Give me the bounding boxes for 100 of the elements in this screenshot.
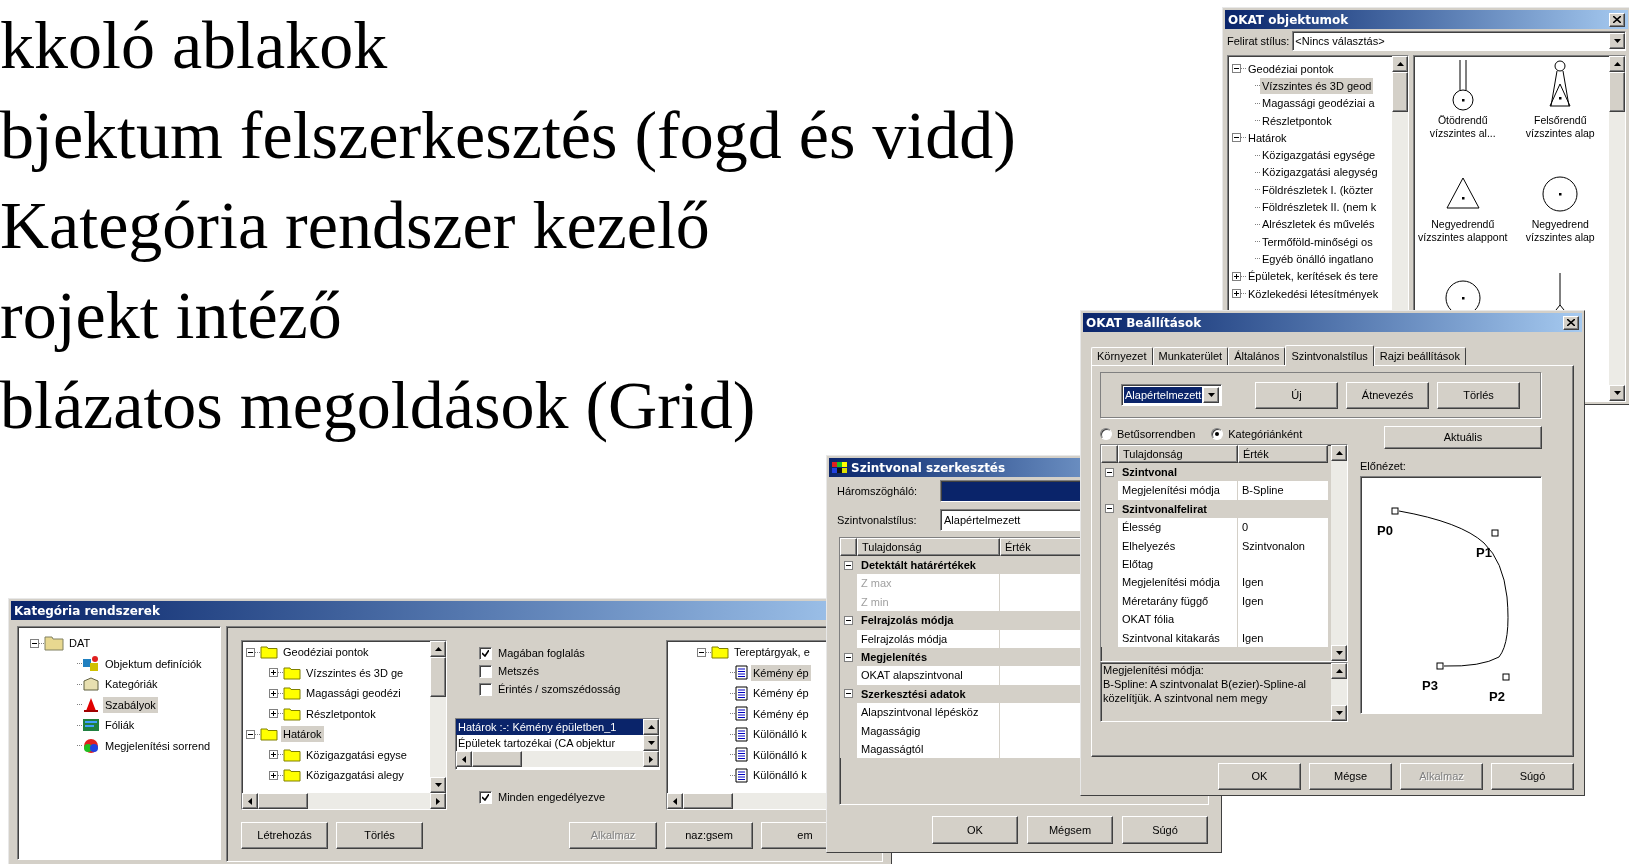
checkbox[interactable] (479, 682, 492, 696)
tree-item[interactable]: Magassági geodézi (304, 685, 403, 702)
tree-item[interactable]: Kémény ép (751, 705, 811, 722)
button[interactable]: OK (1218, 763, 1301, 790)
tree-item[interactable]: Termőföld-minőségi os (1260, 233, 1375, 250)
button[interactable]: OK (932, 816, 1018, 844)
scroll-arrow-button[interactable] (1331, 663, 1347, 679)
button[interactable]: naz:gsem (665, 822, 753, 849)
minus-box-icon[interactable] (844, 560, 853, 570)
plus-box-icon[interactable] (269, 709, 278, 719)
button[interactable]: Aktuális (1384, 426, 1542, 449)
scroll-arrow-button[interactable] (430, 641, 446, 657)
tree-item[interactable]: Egyéb önálló ingatlano (1260, 250, 1376, 267)
radio-button[interactable] (1211, 428, 1224, 440)
scroll-arrow-button[interactable] (430, 777, 446, 793)
tree-item[interactable]: Határok (281, 726, 324, 743)
tree-item[interactable]: Földrészletek II. (nem k (1260, 199, 1379, 215)
minus-box-icon[interactable] (246, 647, 255, 657)
tree-item[interactable]: Különálló k (751, 746, 809, 763)
tree-item[interactable]: Közigazgatási alegy (304, 767, 406, 784)
tree-item[interactable]: Megjelenítési sorrend (103, 737, 213, 754)
scrollbar-thumb[interactable] (1392, 72, 1408, 112)
checkbox[interactable] (479, 790, 492, 804)
plus-box-icon[interactable] (269, 668, 278, 678)
minus-box-icon[interactable] (697, 647, 706, 657)
scrollbar-thumb[interactable] (1609, 72, 1625, 112)
symbol-label[interactable]: Felsőrendű vízszintes alap (1525, 114, 1595, 140)
vertical-scrollbar[interactable] (1331, 663, 1347, 721)
tree-item[interactable]: Objektum definíciók (103, 655, 204, 672)
vertical-scrollbar[interactable] (430, 641, 446, 793)
button[interactable]: Súgó (1122, 816, 1208, 844)
tree-item[interactable]: Közigazgatási egyse (304, 746, 409, 763)
tab[interactable]: Általános (1228, 347, 1286, 365)
plus-box-icon[interactable] (1232, 271, 1241, 281)
tree-item[interactable]: Közigazgatási egysége (1260, 147, 1378, 164)
tree-item[interactable]: Közigazgatási alegység (1260, 164, 1380, 181)
tree-item[interactable]: Tereptárgyak, e (732, 644, 812, 661)
tree-item[interactable]: DAT (67, 635, 93, 652)
button[interactable]: Törlés (336, 822, 423, 849)
checkbox[interactable] (479, 664, 492, 678)
list-item[interactable]: Épületek tartozékai (CA objektur (456, 735, 643, 751)
tree-item[interactable]: Kategóriák (103, 676, 160, 693)
button[interactable]: Mégsem (1027, 816, 1113, 844)
minus-box-icon[interactable] (30, 638, 39, 648)
minus-box-icon[interactable] (1232, 64, 1241, 74)
symbol-label[interactable]: Negyedrendű vízszintes alappont (1418, 218, 1508, 244)
vertical-scrollbar[interactable] (1609, 56, 1625, 401)
tree-item[interactable]: Különálló k (751, 726, 809, 743)
plus-box-icon[interactable] (269, 688, 278, 698)
button[interactable]: Súgó (1491, 763, 1574, 790)
scroll-arrow-button[interactable] (456, 751, 472, 767)
column-header[interactable]: Érték (1238, 445, 1328, 463)
tree-item[interactable]: Épületek, kerítések és tere (1246, 268, 1381, 285)
tab[interactable]: Szintvonalstílus (1285, 345, 1374, 366)
minus-box-icon[interactable] (1105, 504, 1114, 514)
scrollbar-thumb[interactable] (472, 751, 522, 767)
scroll-arrow-button[interactable] (643, 751, 659, 767)
scroll-arrow-button[interactable] (1331, 705, 1347, 721)
list-item[interactable]: Határok :-: Kémény épületben_1 (456, 719, 643, 735)
dropdown-button[interactable] (1609, 33, 1625, 49)
tree-item[interactable]: Kémény ép (751, 664, 811, 681)
minus-box-icon[interactable] (844, 615, 853, 625)
plus-box-icon[interactable] (269, 770, 278, 780)
tree-item[interactable]: Részletpontok (304, 705, 378, 722)
plus-box-icon[interactable] (269, 750, 278, 760)
scrollbar-thumb[interactable] (430, 657, 446, 697)
scrollbar-thumb[interactable] (683, 793, 733, 809)
scroll-arrow-button[interactable] (242, 793, 258, 809)
tree-item[interactable]: Magassági geodéziai a (1260, 95, 1377, 112)
scroll-arrow-button[interactable] (1331, 445, 1347, 461)
tab[interactable]: Munkaterület (1152, 347, 1229, 365)
dropdown[interactable]: Alapértelmezett (1121, 384, 1222, 406)
horizontal-scrollbar[interactable] (242, 793, 446, 809)
minus-box-icon[interactable] (1232, 133, 1241, 143)
vertical-scrollbar[interactable] (1331, 445, 1347, 661)
tree-item[interactable]: Határok (1246, 129, 1289, 146)
tree-item[interactable]: Geodéziai pontok (281, 644, 371, 661)
radio-button[interactable] (1100, 428, 1112, 440)
dropdown-button[interactable] (1203, 387, 1219, 403)
symbol-label[interactable]: Negyedrend vízszintes alap (1525, 218, 1595, 244)
tree-item[interactable]: Földrészletek I. (közter (1260, 181, 1376, 198)
scrollbar-thumb[interactable] (258, 793, 308, 809)
close-button[interactable] (1563, 315, 1579, 330)
button[interactable]: Létrehozás (241, 822, 328, 849)
scroll-arrow-button[interactable] (430, 793, 446, 809)
tree-item[interactable]: Geodéziai pontok (1246, 60, 1336, 77)
button[interactable]: Mégse (1309, 763, 1392, 790)
tab[interactable]: Környezet (1091, 347, 1153, 365)
tree-item[interactable]: Fóliák (103, 717, 137, 734)
tree-item[interactable]: Kémény ép (751, 685, 811, 702)
dropdown[interactable]: <Nincs választás> (1292, 31, 1626, 51)
tree-item[interactable]: Alrészletek és művelés (1260, 216, 1377, 233)
button[interactable]: Új (1255, 381, 1338, 409)
minus-box-icon[interactable] (844, 689, 853, 699)
tree-item[interactable]: Szabályok (103, 696, 158, 713)
scroll-arrow-button[interactable] (1331, 645, 1347, 661)
symbol-label[interactable]: Ötödrendű vízszintes al... (1429, 114, 1496, 140)
tree-item[interactable]: Vízszintes és 3D geod (1260, 77, 1374, 94)
scroll-arrow-button[interactable] (1609, 385, 1625, 401)
checkbox[interactable] (479, 646, 492, 660)
